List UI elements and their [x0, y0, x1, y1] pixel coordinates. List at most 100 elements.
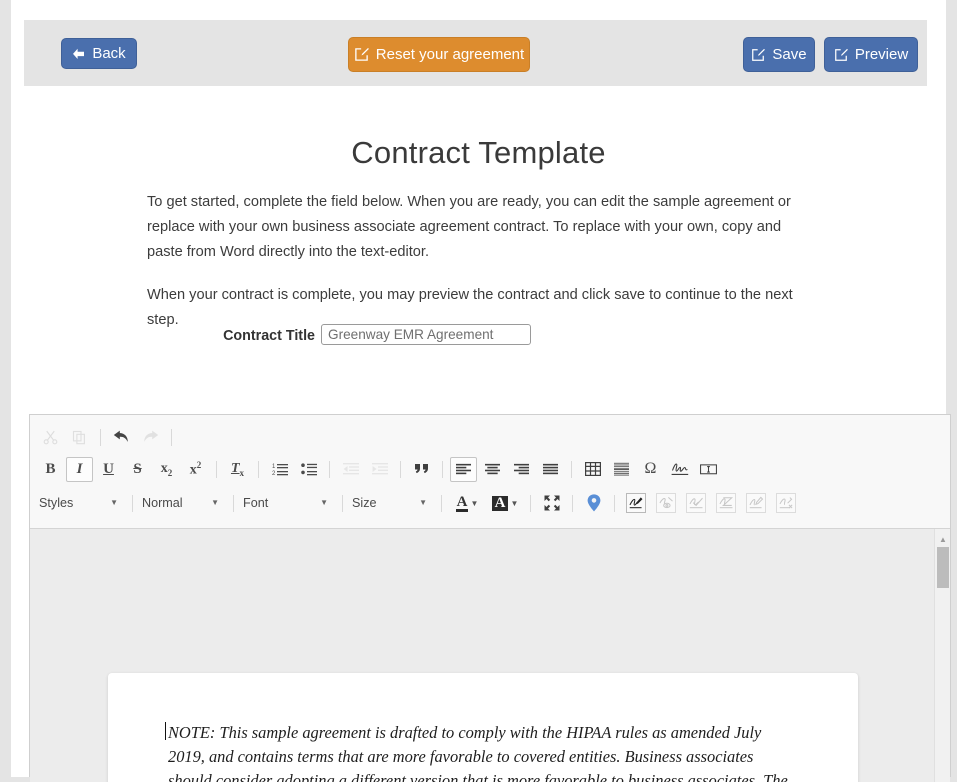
undo-icon[interactable]	[108, 425, 135, 450]
signature-clear-icon[interactable]	[716, 493, 736, 513]
map-pin-icon[interactable]	[580, 491, 607, 516]
background-color-button[interactable]: A ▼	[486, 491, 524, 516]
paragraph-format-select[interactable]: Normal ▼	[139, 490, 227, 516]
italic-icon[interactable]: I	[66, 456, 93, 482]
horizontal-rule-icon[interactable]	[608, 457, 635, 482]
align-right-icon[interactable]	[508, 457, 535, 482]
special-character-icon[interactable]: Ω	[637, 457, 664, 482]
scrollbar-thumb[interactable]	[937, 547, 949, 588]
bold-glyph: B	[45, 460, 56, 477]
contract-title-input[interactable]	[321, 324, 531, 345]
preview-button[interactable]: Preview	[824, 37, 918, 72]
signature-edit-icon[interactable]	[746, 493, 766, 513]
bulleted-list-icon[interactable]	[295, 457, 322, 482]
underline-glyph: U	[103, 460, 114, 477]
text-cursor	[165, 722, 166, 740]
toolbar-separator	[329, 460, 330, 478]
signature-view-icon[interactable]	[656, 493, 676, 513]
font-select[interactable]: Font ▼	[240, 490, 336, 516]
toolbar-separator	[100, 428, 101, 446]
bold-icon[interactable]: B	[37, 457, 64, 482]
strikethrough-glyph: S	[133, 460, 142, 477]
chevron-down-icon: ▼	[211, 498, 219, 507]
paragraph-format-value: Normal	[142, 496, 183, 510]
toolbar-row-styles: Styles ▼ Normal ▼ Font ▼ Size ▼ A ▼ A ▼	[30, 487, 950, 519]
intro-text: To get started, complete the field below…	[147, 190, 807, 333]
intro-paragraph-1: To get started, complete the field below…	[147, 194, 791, 260]
toolbar-separator	[530, 494, 531, 512]
contract-title-row: Contract Title	[11, 324, 946, 350]
signature-field-icon[interactable]	[626, 493, 646, 513]
font-select-value: Font	[243, 496, 269, 510]
outdent-icon[interactable]	[337, 457, 364, 482]
redo-icon[interactable]	[137, 425, 164, 450]
svg-text:2: 2	[272, 471, 276, 476]
align-center-icon[interactable]	[479, 457, 506, 482]
chevron-down-icon: ▼	[419, 498, 427, 507]
numbered-list-icon[interactable]: 12	[266, 457, 293, 482]
underline-icon[interactable]: U	[95, 457, 122, 482]
page-card: Back Reset your agreement Save Preview C…	[11, 0, 951, 782]
pencil-square-icon	[834, 48, 848, 62]
remove-format-icon[interactable]: Tx	[224, 457, 251, 482]
back-button-label: Back	[92, 45, 126, 62]
toolbar-separator	[132, 494, 133, 512]
text-color-button[interactable]: A ▼	[448, 491, 486, 516]
chevron-down-icon: ▼	[110, 498, 118, 507]
signature-script-icon[interactable]	[666, 457, 693, 482]
subscript-icon[interactable]: x2	[153, 457, 180, 482]
indent-icon[interactable]	[366, 457, 393, 482]
svg-text:1: 1	[272, 464, 276, 470]
preview-button-label: Preview	[854, 46, 909, 63]
chevron-down-icon: ▼	[470, 498, 479, 508]
toolbar-separator	[572, 494, 573, 512]
cut-icon[interactable]	[37, 425, 64, 450]
contract-title-label: Contract Title	[223, 328, 315, 344]
font-size-value: Size	[352, 496, 377, 510]
font-size-select[interactable]: Size ▼	[349, 490, 435, 516]
toolbar-separator	[400, 460, 401, 478]
styles-select-value: Styles	[39, 496, 74, 510]
styles-select[interactable]: Styles ▼	[36, 490, 126, 516]
toolbar-separator	[171, 428, 172, 446]
save-button[interactable]: Save	[743, 37, 815, 72]
toolbar-row-clipboard	[30, 421, 950, 453]
back-button[interactable]: Back	[61, 38, 137, 69]
pencil-square-icon	[354, 47, 369, 62]
strikethrough-icon[interactable]: S	[124, 457, 151, 482]
superscript-icon[interactable]: x2	[182, 457, 209, 482]
table-icon[interactable]	[579, 457, 606, 482]
toolbar-separator	[441, 494, 442, 512]
omega-glyph: Ω	[644, 460, 657, 477]
blockquote-icon[interactable]	[408, 457, 435, 482]
reset-agreement-button[interactable]: Reset your agreement	[348, 37, 530, 72]
rich-text-editor: B I U S x2 x2 Tx 12 Ω Styles ▼ Normal ▼ …	[29, 414, 951, 782]
page-title: Contract Template	[351, 135, 606, 170]
background-color-glyph: A	[491, 495, 509, 511]
signature-check-icon[interactable]	[686, 493, 706, 513]
chevron-down-icon: ▼	[510, 498, 519, 508]
editor-toolbar: B I U S x2 x2 Tx 12 Ω Styles ▼ Normal ▼ …	[30, 421, 950, 529]
document-page[interactable]: NOTE: This sample agreement is drafted t…	[108, 673, 858, 782]
editor-content-area[interactable]: NOTE: This sample agreement is drafted t…	[30, 529, 950, 782]
align-justify-icon[interactable]	[537, 457, 564, 482]
scroll-up-arrow[interactable]: ▲	[935, 534, 950, 544]
arrow-left-icon	[72, 48, 85, 60]
reset-agreement-label: Reset your agreement	[375, 46, 525, 63]
text-color-glyph: A	[455, 493, 469, 512]
text-field-icon[interactable]	[695, 457, 722, 482]
toolbar-separator	[442, 460, 443, 478]
align-left-icon[interactable]	[450, 456, 477, 482]
document-note-text: NOTE: This sample agreement is drafted t…	[168, 723, 788, 782]
editor-scrollbar[interactable]: ▲	[934, 529, 950, 782]
action-bar: Back Reset your agreement Save Preview	[24, 20, 927, 86]
pencil-square-icon	[751, 48, 766, 62]
save-button-label: Save	[772, 46, 807, 63]
toolbar-separator	[342, 494, 343, 512]
maximize-icon[interactable]	[538, 491, 565, 516]
chevron-down-icon: ▼	[320, 498, 328, 507]
toolbar-separator	[571, 460, 572, 478]
toolbar-separator	[258, 460, 259, 478]
copy-icon[interactable]	[66, 425, 93, 450]
signature-delete-icon[interactable]	[776, 493, 796, 513]
